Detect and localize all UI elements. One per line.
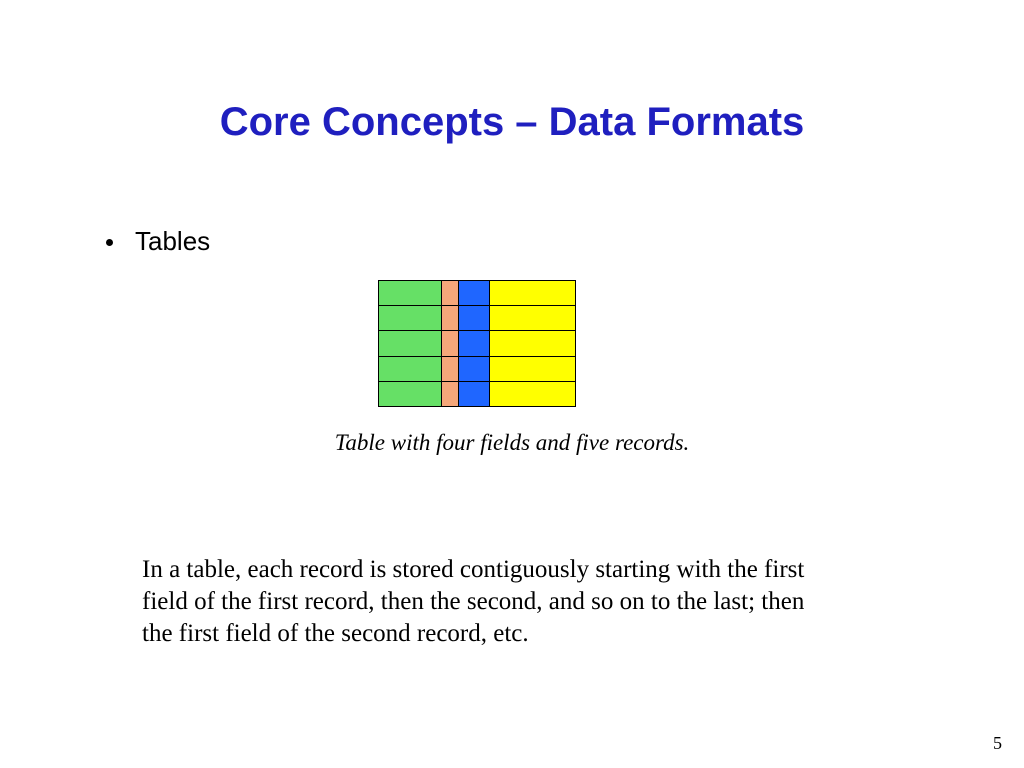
table-cell: [379, 331, 441, 355]
table-cell: [441, 382, 458, 406]
table-cell: [458, 357, 489, 381]
table-cell: [489, 306, 575, 330]
bullet-text: Tables: [135, 226, 210, 257]
table-cell: [458, 331, 489, 355]
table-cell: [379, 357, 441, 381]
table-cell: [489, 331, 575, 355]
table-cell: [458, 382, 489, 406]
table-cell: [441, 331, 458, 355]
table-cell: [441, 281, 458, 305]
table-cell: [489, 382, 575, 406]
slide: Core Concepts – Data Formats Tables Tabl…: [0, 0, 1024, 768]
figure-caption: Table with four fields and five records.: [0, 430, 1024, 456]
bullet-dot-icon: [106, 239, 113, 246]
bullet-item-tables: Tables: [106, 226, 210, 257]
table-row: [379, 281, 575, 305]
table-cell: [441, 357, 458, 381]
table-figure: [378, 280, 576, 407]
body-paragraph: In a table, each record is stored contig…: [142, 554, 822, 650]
table-cell: [458, 281, 489, 305]
page-number: 5: [993, 733, 1002, 754]
table-cell: [489, 281, 575, 305]
slide-title: Core Concepts – Data Formats: [0, 100, 1024, 145]
table-row: [379, 381, 575, 406]
table-cell: [441, 306, 458, 330]
table-row: [379, 305, 575, 330]
table-cell: [379, 281, 441, 305]
table-row: [379, 330, 575, 355]
table-row: [379, 356, 575, 381]
table-cell: [379, 306, 441, 330]
table-cell: [489, 357, 575, 381]
table-cell: [458, 306, 489, 330]
table-cell: [379, 382, 441, 406]
